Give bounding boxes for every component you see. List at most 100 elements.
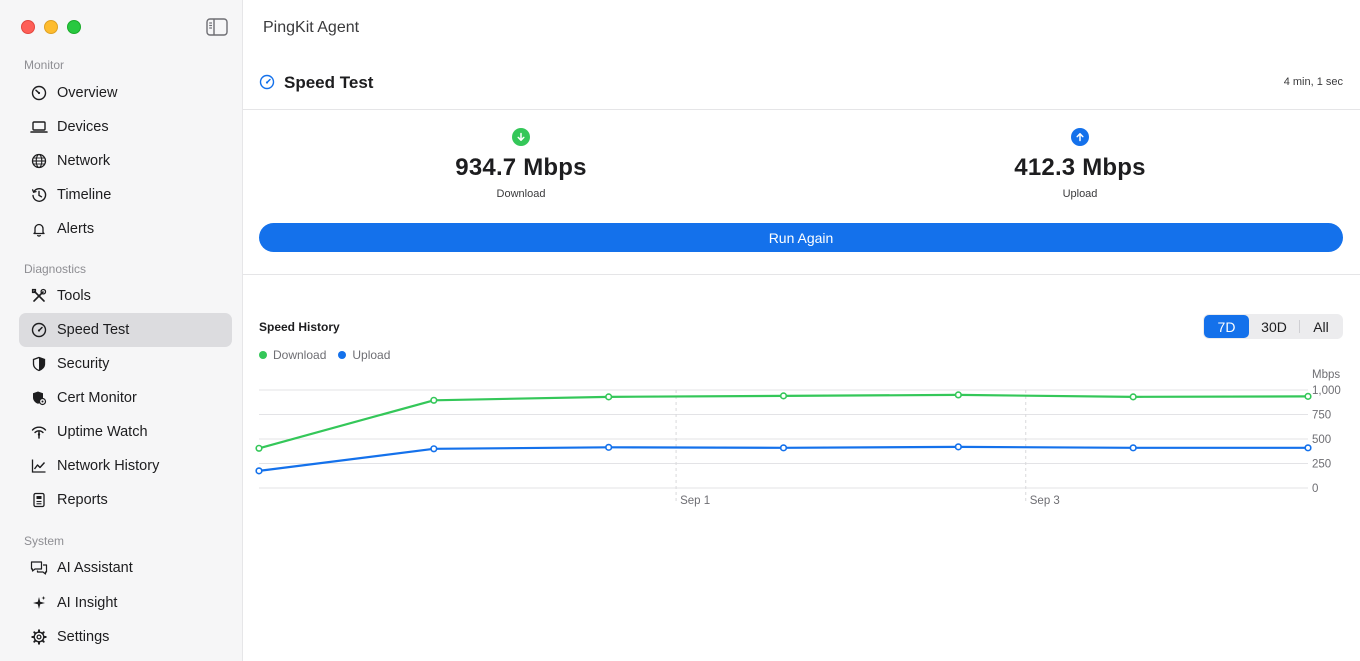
tools-icon bbox=[30, 287, 48, 305]
y-axis-unit: Mbps bbox=[1312, 369, 1340, 381]
data-point-download bbox=[1129, 393, 1137, 401]
sidebar-item-label: Security bbox=[57, 356, 110, 372]
sidebar-item-label: Speed Test bbox=[57, 322, 130, 338]
sidebar-item-label: AI Insight bbox=[57, 595, 118, 611]
section-label-monitor: Monitor bbox=[24, 58, 65, 72]
data-point-download bbox=[1304, 392, 1312, 400]
sidebar-item-timeline[interactable]: Timeline bbox=[19, 178, 232, 212]
sidebar-item-label: AI Assistant bbox=[57, 560, 133, 576]
data-point-upload bbox=[1129, 444, 1137, 452]
sidebar-item-network-history[interactable]: Network History bbox=[19, 449, 232, 483]
upload-value: 412.3 Mbps bbox=[1014, 154, 1146, 181]
sidebar-item-uptime-watch[interactable]: Uptime Watch bbox=[19, 415, 232, 449]
sidebar-item-label: Reports bbox=[57, 492, 108, 508]
y-tick-label: 750 bbox=[1312, 410, 1331, 422]
legend-dot-upload bbox=[338, 351, 347, 359]
speed-history-chart: 02505007501,000MbpsSep 1Sep 3Sep 5 bbox=[255, 369, 1341, 507]
upload-metric: 412.3 Mbps Upload bbox=[930, 128, 1230, 200]
app-title: PingKit Agent bbox=[263, 19, 360, 36]
x-tick-label: Sep 1 bbox=[680, 495, 710, 507]
download-metric: 934.7 Mbps Download bbox=[371, 128, 671, 200]
speed-test-header: Speed Test 4 min, 1 sec bbox=[243, 60, 1360, 110]
sidebar-item-overview[interactable]: Overview bbox=[19, 76, 232, 110]
zoom-window-button[interactable] bbox=[67, 20, 81, 34]
speedometer-icon bbox=[30, 321, 48, 339]
data-point-upload bbox=[430, 445, 438, 453]
upload-label: Upload bbox=[1062, 188, 1098, 200]
x-tick-label: Sep 3 bbox=[1030, 495, 1060, 507]
sidebar-item-label: Uptime Watch bbox=[57, 424, 148, 440]
sidebar-item-ai-insight[interactable]: AI Insight bbox=[19, 586, 232, 620]
y-tick-label: 250 bbox=[1312, 459, 1331, 471]
sidebar-toggle-icon[interactable] bbox=[206, 18, 228, 36]
data-point-upload bbox=[255, 467, 263, 475]
sidebar-item-network[interactable]: Network bbox=[19, 144, 232, 178]
sparkles-icon bbox=[30, 594, 48, 612]
data-point-download bbox=[255, 444, 263, 452]
chat-bubbles-icon bbox=[30, 559, 48, 577]
data-point-upload bbox=[605, 443, 613, 451]
y-tick-label: 0 bbox=[1312, 483, 1318, 495]
speedometer-icon bbox=[259, 74, 275, 90]
data-point-upload bbox=[1304, 444, 1312, 452]
elapsed-time: 4 min, 1 sec bbox=[1283, 76, 1343, 88]
range-7d-button[interactable]: 7D bbox=[1204, 315, 1249, 338]
sidebar-item-devices[interactable]: Devices bbox=[19, 110, 232, 144]
sidebar-item-label: Network bbox=[57, 153, 111, 169]
arrow-down-icon bbox=[512, 128, 530, 146]
data-point-upload bbox=[954, 443, 962, 451]
speed-history-title: Speed History bbox=[259, 320, 340, 334]
page-title: Speed Test bbox=[284, 73, 374, 92]
sidebar-item-label: Timeline bbox=[57, 187, 112, 203]
y-tick-label: 500 bbox=[1312, 434, 1331, 446]
y-tick-label: 1,000 bbox=[1312, 385, 1341, 397]
sidebar-item-tools[interactable]: Tools bbox=[19, 279, 232, 313]
gear-icon bbox=[30, 628, 48, 646]
sidebar: Monitor Overview Devices Network Timelin… bbox=[0, 0, 243, 661]
sidebar-item-ai-assistant[interactable]: AI Assistant bbox=[19, 551, 232, 585]
main-content: PingKit Agent Speed Test 4 min, 1 sec 93… bbox=[243, 0, 1360, 661]
section-label-system: System bbox=[24, 534, 65, 548]
sidebar-item-label: Devices bbox=[57, 119, 109, 135]
range-segmented-control: 7D 30D All bbox=[1203, 314, 1343, 339]
globe-icon bbox=[30, 152, 48, 170]
sidebar-item-cert-monitor[interactable]: Cert Monitor bbox=[19, 381, 232, 415]
bell-icon bbox=[30, 220, 48, 238]
sidebar-item-security[interactable]: Security bbox=[19, 347, 232, 381]
sidebar-item-alerts[interactable]: Alerts bbox=[19, 212, 232, 246]
sidebar-item-label: Overview bbox=[57, 85, 118, 101]
sidebar-item-label: Tools bbox=[57, 288, 91, 304]
data-point-download bbox=[605, 393, 613, 401]
range-all-button[interactable]: All bbox=[1300, 315, 1342, 338]
sidebar-item-speed-test[interactable]: Speed Test bbox=[19, 313, 232, 347]
data-point-upload bbox=[779, 444, 788, 452]
shield-icon bbox=[30, 355, 48, 373]
gauge-icon bbox=[30, 84, 48, 102]
cert-shield-icon bbox=[30, 389, 48, 407]
sidebar-item-reports[interactable]: Reports bbox=[19, 483, 232, 517]
series-line-download bbox=[258, 393, 1309, 450]
report-icon bbox=[30, 491, 48, 509]
download-label: Download bbox=[496, 188, 546, 200]
clock-history-icon bbox=[30, 186, 48, 204]
section-label-diagnostics: Diagnostics bbox=[24, 262, 87, 276]
sidebar-item-label: Network History bbox=[57, 458, 160, 474]
range-30d-button[interactable]: 30D bbox=[1249, 315, 1299, 338]
sidebar-item-label: Settings bbox=[57, 629, 110, 645]
divider bbox=[243, 274, 1360, 275]
laptop-icon bbox=[30, 118, 48, 136]
minimize-window-button[interactable] bbox=[44, 20, 58, 34]
data-point-download bbox=[430, 396, 438, 404]
data-point-download bbox=[954, 391, 962, 399]
sidebar-item-label: Cert Monitor bbox=[57, 390, 137, 406]
sidebar-item-settings[interactable]: Settings bbox=[19, 620, 232, 654]
download-value: 934.7 Mbps bbox=[455, 154, 587, 181]
close-window-button[interactable] bbox=[21, 20, 35, 34]
data-point-download bbox=[779, 392, 788, 400]
window-controls bbox=[21, 20, 81, 34]
line-chart-icon bbox=[30, 457, 48, 475]
arrow-up-icon bbox=[1071, 128, 1089, 146]
run-again-button[interactable]: Run Again bbox=[259, 223, 1343, 252]
signal-icon bbox=[30, 423, 48, 441]
sidebar-item-label: Alerts bbox=[57, 221, 95, 237]
